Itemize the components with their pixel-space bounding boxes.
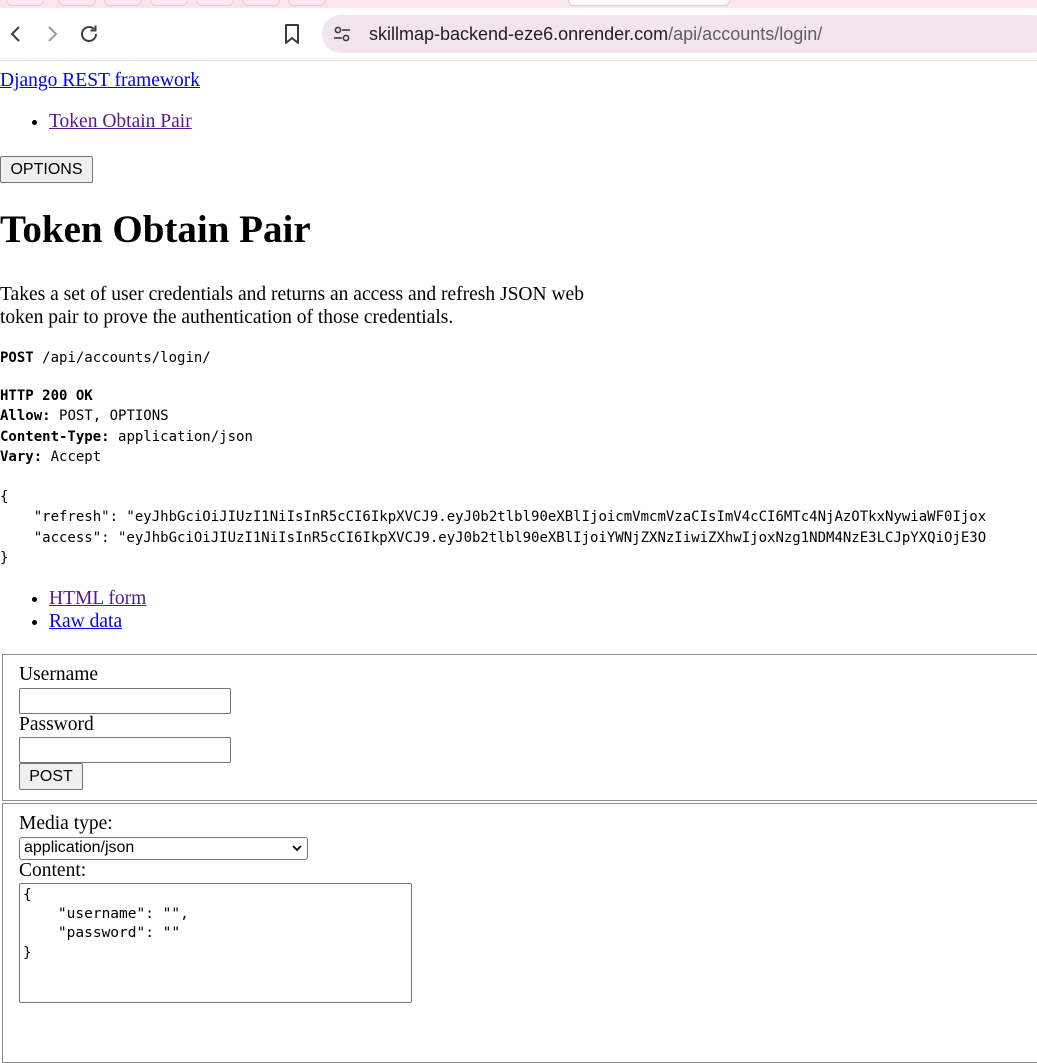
tab[interactable] <box>288 0 326 6</box>
request-method: POST <box>0 350 34 366</box>
url-host: skillmap-backend-eze6.onrender.com <box>369 24 669 44</box>
breadcrumb-link[interactable]: Token Obtain Pair <box>49 111 192 132</box>
url-path: /api/accounts/login/ <box>668 24 823 44</box>
forward-button[interactable] <box>38 20 66 48</box>
media-type-label: Media type: <box>19 813 113 834</box>
header-value: POST, OPTIONS <box>59 408 169 425</box>
content-value: { "username": "", "password": "" } <box>23 887 189 961</box>
json-open-brace: { <box>0 489 9 505</box>
format-tab-item: Raw data <box>49 610 146 633</box>
back-button[interactable] <box>2 20 30 48</box>
media-type-value: application/json <box>24 839 135 856</box>
options-button[interactable]: OPTIONS <box>0 156 93 183</box>
json-line-access: "access": "eyJhbGciOiJIUzI1NiIsInR5cCI6I… <box>0 529 987 546</box>
header-value: Accept <box>50 448 102 465</box>
page-description: Takes a set of user credentials and retu… <box>0 284 584 328</box>
tab[interactable] <box>242 0 280 6</box>
page-title: Token Obtain Pair <box>0 208 311 251</box>
breadcrumb-item: Token Obtain Pair <box>49 111 192 133</box>
active-tab[interactable] <box>568 0 730 6</box>
chevron-down-icon <box>291 841 303 859</box>
bookmark-icon <box>283 23 301 45</box>
raw-data-form: Media type: application/json Content: { … <box>2 803 1037 1063</box>
tab[interactable] <box>196 0 234 6</box>
forward-arrow-icon <box>43 25 61 43</box>
reload-icon <box>78 23 100 45</box>
reload-button[interactable] <box>75 20 103 48</box>
json-close-brace: } <box>0 549 9 566</box>
header-name: Vary: <box>0 448 43 465</box>
brand-link[interactable]: Django REST framework <box>0 70 200 92</box>
media-type-select[interactable]: application/json <box>19 837 308 860</box>
response-status: HTTP 200 OK <box>0 388 93 404</box>
back-arrow-icon <box>7 25 25 43</box>
json-line-refresh: "refresh": "eyJhbGciOiJIUzI1NiIsInR5cCI6… <box>0 509 987 526</box>
browser-toolbar: skillmap-backend-eze6.onrender.com/api/a… <box>0 8 1037 61</box>
tab-html-form[interactable]: HTML form <box>49 588 146 609</box>
html-form: Username Password POST <box>2 654 1037 801</box>
breadcrumb: Token Obtain Pair <box>0 111 192 133</box>
password-label: Password <box>19 714 94 735</box>
site-settings-icon[interactable] <box>332 24 352 44</box>
url-text[interactable]: skillmap-backend-eze6.onrender.com/api/a… <box>369 24 822 45</box>
header-name: Allow: <box>0 408 51 425</box>
username-input[interactable] <box>19 688 231 714</box>
tab[interactable] <box>150 0 188 6</box>
tab-strip <box>0 0 1037 8</box>
request-path: /api/accounts/login/ <box>42 350 211 366</box>
header-name: Content-Type: <box>0 428 110 445</box>
tab[interactable] <box>104 0 142 6</box>
header-value: application/json <box>118 428 253 445</box>
response-body: { "refresh": "eyJhbGciOiJIUzI1NiIsInR5cC… <box>0 487 1037 568</box>
post-button[interactable]: POST <box>19 763 83 790</box>
address-bar[interactable]: skillmap-backend-eze6.onrender.com/api/a… <box>322 15 1037 53</box>
bookmark-button[interactable] <box>278 20 306 48</box>
request-info: POST /api/accounts/login/ <box>0 348 211 368</box>
format-tab-item: HTML form <box>49 587 146 610</box>
tab-raw-data[interactable]: Raw data <box>49 611 122 632</box>
username-label: Username <box>19 664 99 685</box>
tab[interactable] <box>58 0 96 6</box>
format-tabs: HTML form Raw data <box>0 587 146 633</box>
content-textarea[interactable]: { "username": "", "password": "" } <box>19 883 412 1003</box>
response-headers: HTTP 200 OK Allow: POST, OPTIONS Content… <box>0 386 253 467</box>
content-label: Content: <box>19 860 87 881</box>
tab[interactable] <box>6 0 44 6</box>
password-input[interactable] <box>19 737 231 763</box>
